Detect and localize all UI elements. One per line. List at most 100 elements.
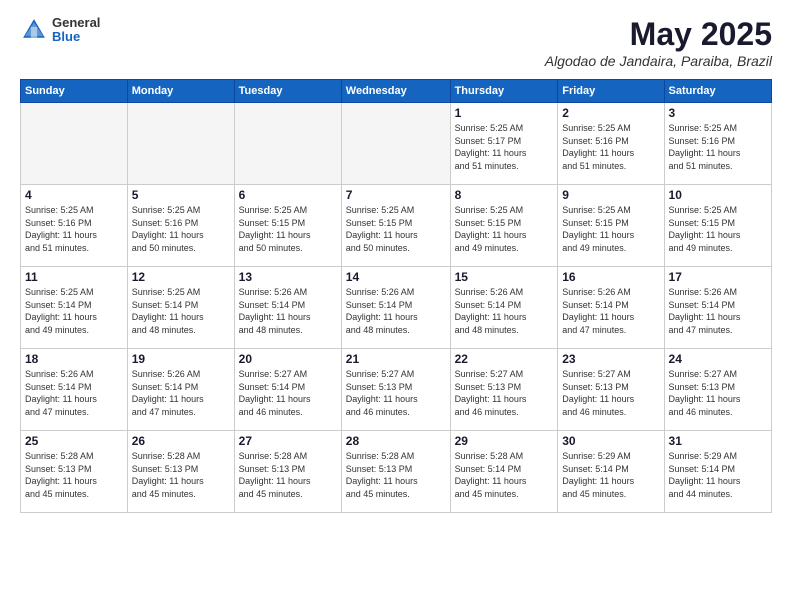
calendar-day-cell: 24Sunrise: 5:27 AM Sunset: 5:13 PM Dayli…	[664, 349, 771, 431]
day-number: 2	[562, 106, 659, 120]
calendar-week-row: 18Sunrise: 5:26 AM Sunset: 5:14 PM Dayli…	[21, 349, 772, 431]
day-number: 27	[239, 434, 337, 448]
day-info: Sunrise: 5:26 AM Sunset: 5:14 PM Dayligh…	[132, 368, 230, 418]
day-info: Sunrise: 5:27 AM Sunset: 5:13 PM Dayligh…	[669, 368, 767, 418]
calendar-weekday: Monday	[127, 80, 234, 103]
calendar-day-cell: 20 Sunrise: 5:27 AM Sunset: 5:14 PM Dayli…	[234, 349, 341, 431]
calendar-day-cell: 19Sunrise: 5:26 AM Sunset: 5:14 PM Dayli…	[127, 349, 234, 431]
day-info: Sunrise: 5:26 AM Sunset: 5:14 PM Dayligh…	[669, 286, 767, 336]
day-info: Sunrise: 5:27 AM Sunset: 5:13 PM Dayligh…	[455, 368, 554, 418]
day-info: Sunrise: 5:27 AM Sunset: 5:13 PM Dayligh…	[562, 368, 659, 418]
day-info: Sunrise: 5:27 AM Sunset: 5:13 PM Dayligh…	[346, 368, 446, 418]
day-number: 14	[346, 270, 446, 284]
day-info: Sunrise: 5:25 AM Sunset: 5:16 PM Dayligh…	[562, 122, 659, 172]
calendar-day-cell: 11 Sunrise: 5:25 AM Sunset: 5:14 PM Dayli…	[21, 267, 128, 349]
day-number: 5	[132, 188, 230, 202]
day-number: 28	[346, 434, 446, 448]
logo-icon	[20, 16, 48, 44]
day-number: 22	[455, 352, 554, 366]
calendar-day-cell: 7Sunrise: 5:25 AM Sunset: 5:15 PM Daylig…	[341, 185, 450, 267]
calendar-day-cell: 1 Sunrise: 5:25 AM Sunset: 5:17 PM Daylig…	[450, 103, 558, 185]
day-info: Sunrise: 5:29 AM Sunset: 5:14 PM Dayligh…	[669, 450, 767, 500]
calendar-day-cell: 16Sunrise: 5:26 AM Sunset: 5:14 PM Dayli…	[558, 267, 664, 349]
day-number: 6	[239, 188, 337, 202]
day-number: 4	[25, 188, 123, 202]
calendar-day-cell: 5 Sunrise: 5:25 AM Sunset: 5:16 PM Daylig…	[127, 185, 234, 267]
day-info: Sunrise: 5:26 AM Sunset: 5:14 PM Dayligh…	[25, 368, 123, 418]
calendar-week-row: 4 Sunrise: 5:25 AM Sunset: 5:16 PM Daylig…	[21, 185, 772, 267]
location: Algodao de Jandaira, Paraiba, Brazil	[545, 53, 772, 69]
calendar-day-cell: 21 Sunrise: 5:27 AM Sunset: 5:13 PM Dayli…	[341, 349, 450, 431]
day-number: 15	[455, 270, 554, 284]
month-title: May 2025	[545, 16, 772, 53]
calendar-week-row: 11 Sunrise: 5:25 AM Sunset: 5:14 PM Dayli…	[21, 267, 772, 349]
day-info: Sunrise: 5:25 AM Sunset: 5:15 PM Dayligh…	[239, 204, 337, 254]
calendar-weekday: Wednesday	[341, 80, 450, 103]
calendar-day-cell	[21, 103, 128, 185]
day-number: 21	[346, 352, 446, 366]
day-number: 26	[132, 434, 230, 448]
title-block: May 2025 Algodao de Jandaira, Paraiba, B…	[545, 16, 772, 69]
calendar-day-cell: 30 Sunrise: 5:29 AM Sunset: 5:14 PM Dayli…	[558, 431, 664, 513]
calendar-weekday: Thursday	[450, 80, 558, 103]
day-info: Sunrise: 5:26 AM Sunset: 5:14 PM Dayligh…	[562, 286, 659, 336]
calendar-day-cell: 3Sunrise: 5:25 AM Sunset: 5:16 PM Daylig…	[664, 103, 771, 185]
calendar-day-cell: 15Sunrise: 5:26 AM Sunset: 5:14 PM Dayli…	[450, 267, 558, 349]
calendar-day-cell: 4Sunrise: 5:25 AM Sunset: 5:16 PM Daylig…	[21, 185, 128, 267]
day-number: 13	[239, 270, 337, 284]
day-info: Sunrise: 5:25 AM Sunset: 5:14 PM Dayligh…	[132, 286, 230, 336]
calendar-day-cell: 13 Sunrise: 5:26 AM Sunset: 5:14 PM Dayli…	[234, 267, 341, 349]
day-number: 29	[455, 434, 554, 448]
calendar-day-cell	[234, 103, 341, 185]
calendar-day-cell: 17Sunrise: 5:26 AM Sunset: 5:14 PM Dayli…	[664, 267, 771, 349]
calendar-day-cell: 18Sunrise: 5:26 AM Sunset: 5:14 PM Dayli…	[21, 349, 128, 431]
calendar-day-cell: 26 Sunrise: 5:28 AM Sunset: 5:13 PM Dayli…	[127, 431, 234, 513]
day-number: 20	[239, 352, 337, 366]
day-info: Sunrise: 5:28 AM Sunset: 5:13 PM Dayligh…	[132, 450, 230, 500]
calendar-weekday: Friday	[558, 80, 664, 103]
day-number: 10	[669, 188, 767, 202]
day-number: 8	[455, 188, 554, 202]
calendar-day-cell: 29Sunrise: 5:28 AM Sunset: 5:14 PM Dayli…	[450, 431, 558, 513]
calendar-day-cell: 6 Sunrise: 5:25 AM Sunset: 5:15 PM Daylig…	[234, 185, 341, 267]
day-info: Sunrise: 5:28 AM Sunset: 5:13 PM Dayligh…	[346, 450, 446, 500]
day-number: 30	[562, 434, 659, 448]
day-info: Sunrise: 5:25 AM Sunset: 5:15 PM Dayligh…	[562, 204, 659, 254]
day-number: 25	[25, 434, 123, 448]
day-info: Sunrise: 5:26 AM Sunset: 5:14 PM Dayligh…	[346, 286, 446, 336]
day-number: 12	[132, 270, 230, 284]
calendar-week-row: 25 Sunrise: 5:28 AM Sunset: 5:13 PM Dayli…	[21, 431, 772, 513]
logo-blue: Blue	[52, 30, 100, 44]
page: General Blue May 2025 Algodao de Jandair…	[0, 0, 792, 612]
day-info: Sunrise: 5:26 AM Sunset: 5:14 PM Dayligh…	[239, 286, 337, 336]
calendar-header-row: SundayMondayTuesdayWednesdayThursdayFrid…	[21, 80, 772, 103]
day-number: 1	[455, 106, 554, 120]
calendar-day-cell: 2 Sunrise: 5:25 AM Sunset: 5:16 PM Daylig…	[558, 103, 664, 185]
calendar-day-cell: 22 Sunrise: 5:27 AM Sunset: 5:13 PM Dayli…	[450, 349, 558, 431]
calendar-day-cell	[127, 103, 234, 185]
calendar-day-cell: 14 Sunrise: 5:26 AM Sunset: 5:14 PM Dayli…	[341, 267, 450, 349]
day-number: 31	[669, 434, 767, 448]
day-info: Sunrise: 5:27 AM Sunset: 5:14 PM Dayligh…	[239, 368, 337, 418]
calendar-day-cell: 12 Sunrise: 5:25 AM Sunset: 5:14 PM Dayli…	[127, 267, 234, 349]
calendar-weekday: Sunday	[21, 80, 128, 103]
calendar-table: SundayMondayTuesdayWednesdayThursdayFrid…	[20, 79, 772, 513]
calendar-week-row: 1 Sunrise: 5:25 AM Sunset: 5:17 PM Daylig…	[21, 103, 772, 185]
day-info: Sunrise: 5:25 AM Sunset: 5:14 PM Dayligh…	[25, 286, 123, 336]
calendar-weekday: Saturday	[664, 80, 771, 103]
calendar-day-cell: 28 Sunrise: 5:28 AM Sunset: 5:13 PM Dayli…	[341, 431, 450, 513]
day-number: 11	[25, 270, 123, 284]
day-number: 3	[669, 106, 767, 120]
logo-general: General	[52, 16, 100, 30]
day-info: Sunrise: 5:29 AM Sunset: 5:14 PM Dayligh…	[562, 450, 659, 500]
calendar-day-cell: 31 Sunrise: 5:29 AM Sunset: 5:14 PM Dayli…	[664, 431, 771, 513]
calendar-day-cell: 8Sunrise: 5:25 AM Sunset: 5:15 PM Daylig…	[450, 185, 558, 267]
logo: General Blue	[20, 16, 100, 45]
day-info: Sunrise: 5:25 AM Sunset: 5:17 PM Dayligh…	[455, 122, 554, 172]
calendar-day-cell: 23Sunrise: 5:27 AM Sunset: 5:13 PM Dayli…	[558, 349, 664, 431]
day-info: Sunrise: 5:25 AM Sunset: 5:16 PM Dayligh…	[132, 204, 230, 254]
header: General Blue May 2025 Algodao de Jandair…	[20, 16, 772, 69]
logo-text: General Blue	[52, 16, 100, 45]
calendar-day-cell: 9Sunrise: 5:25 AM Sunset: 5:15 PM Daylig…	[558, 185, 664, 267]
day-info: Sunrise: 5:25 AM Sunset: 5:15 PM Dayligh…	[669, 204, 767, 254]
